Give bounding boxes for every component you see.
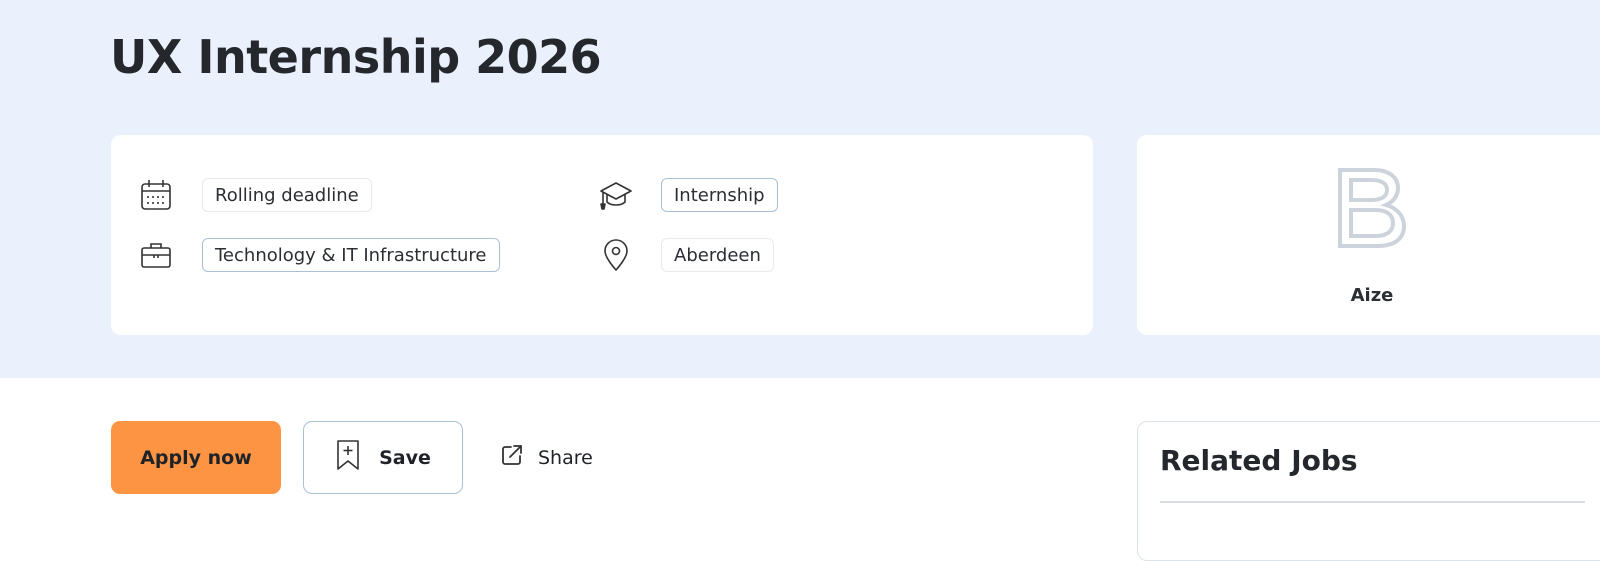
- related-jobs-title: Related Jobs: [1160, 444, 1358, 477]
- apply-now-button[interactable]: Apply now: [111, 421, 281, 494]
- divider: [1160, 501, 1585, 503]
- briefcase-icon: [139, 238, 173, 272]
- apply-now-label: Apply now: [140, 446, 252, 469]
- company-name: Aize: [1350, 285, 1394, 306]
- sector-row: [139, 238, 173, 272]
- bookmark-add-icon: [335, 439, 361, 476]
- company-card[interactable]: Aize: [1137, 135, 1600, 335]
- share-button[interactable]: Share: [500, 421, 610, 494]
- location-row: [599, 238, 633, 272]
- job-details-card: Rolling deadline Internship Technology &…: [111, 135, 1093, 335]
- external-link-icon: [500, 443, 524, 472]
- calendar-icon: [139, 178, 173, 212]
- job-header: UX Internship 2026 Rolling deadline Inte…: [0, 0, 1600, 378]
- map-pin-icon: [599, 238, 633, 272]
- related-jobs-panel: Related Jobs: [1137, 421, 1600, 561]
- save-button[interactable]: Save: [303, 421, 463, 494]
- save-label: Save: [379, 446, 431, 469]
- job-type-chip: Internship: [661, 178, 778, 212]
- deadline-chip: Rolling deadline: [202, 178, 372, 212]
- company-logo: [1336, 166, 1408, 250]
- sector-chip: Technology & IT Infrastructure: [202, 238, 500, 272]
- page-title: UX Internship 2026: [110, 30, 602, 84]
- location-chip: Aberdeen: [661, 238, 774, 272]
- job-type-row: [599, 178, 633, 212]
- share-label: Share: [538, 446, 593, 469]
- deadline-row: [139, 178, 173, 212]
- graduation-cap-icon: [599, 178, 633, 212]
